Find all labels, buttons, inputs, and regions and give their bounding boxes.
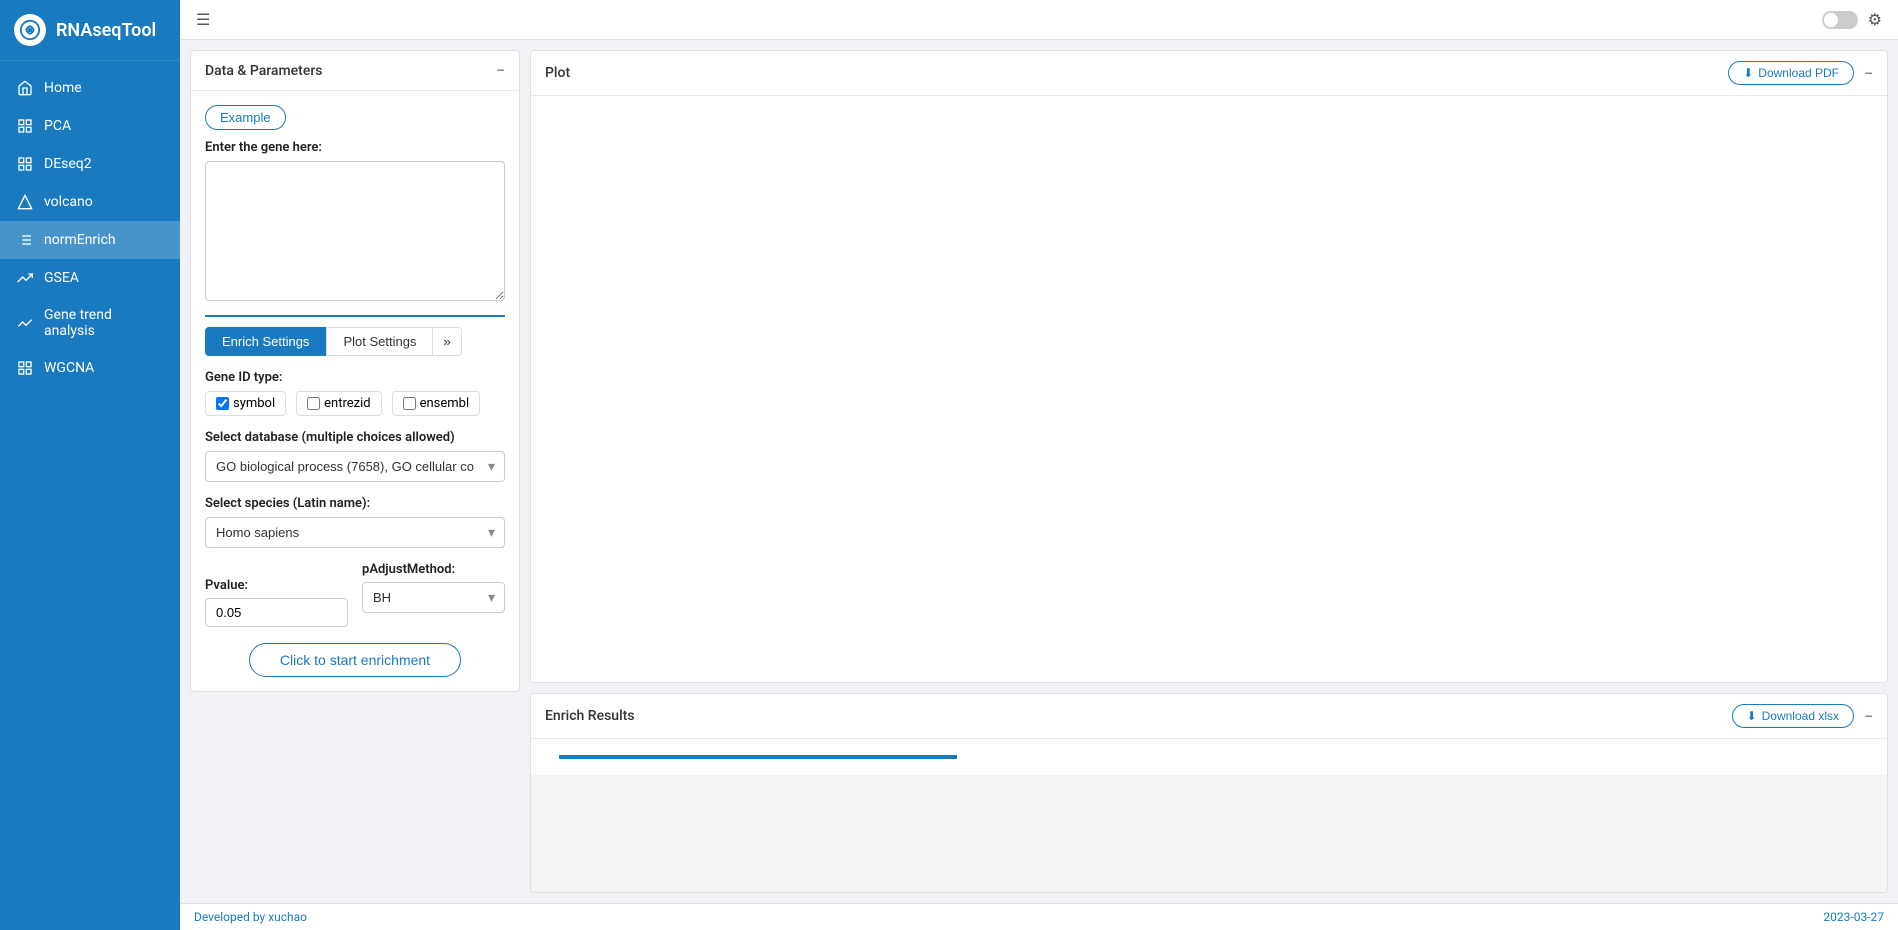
species-label: Select species (Latin name):	[205, 496, 505, 511]
download-pdf-icon: ⬇	[1743, 66, 1753, 80]
padjust-select-wrapper: BH BY bonferroni holm fdr	[362, 582, 505, 613]
example-button[interactable]: Example	[205, 105, 286, 130]
sidebar-label-gsea: GSEA	[44, 270, 79, 286]
footer-bar: Developed by xuchao 2023-03-27	[180, 903, 1898, 930]
start-enrichment-button[interactable]: Click to start enrichment	[249, 643, 461, 677]
app-logo	[14, 14, 46, 46]
wgcna-icon	[16, 359, 34, 377]
plot-settings-tab[interactable]: Plot Settings	[326, 327, 433, 356]
theme-toggle[interactable]	[1822, 11, 1858, 29]
left-panel: Data & Parameters − Example Enter the ge…	[190, 50, 520, 893]
pvalue-col: Pvalue:	[205, 578, 348, 627]
enrich-progress-bar	[559, 755, 957, 759]
sidebar-label-wgcna: WGCNA	[44, 360, 94, 376]
data-params-header: Data & Parameters −	[191, 51, 519, 91]
right-panel: Plot ⬇ Download PDF − Enrich Results	[530, 50, 1888, 893]
ensembl-checkbox[interactable]	[403, 397, 416, 410]
plot-card-header: Plot ⬇ Download PDF −	[531, 51, 1887, 96]
padjust-col: pAdjustMethod: BH BY bonferroni holm fdr	[362, 562, 505, 627]
divider	[205, 315, 505, 317]
sidebar-item-deseq2[interactable]: DEseq2	[0, 145, 180, 183]
plot-title: Plot	[545, 65, 570, 81]
download-pdf-button[interactable]: ⬇ Download PDF	[1728, 61, 1854, 85]
settings-icon[interactable]: ⚙	[1868, 10, 1882, 29]
volcano-icon	[16, 193, 34, 211]
collapse-icon[interactable]: −	[496, 61, 505, 80]
download-pdf-label: Download PDF	[1758, 66, 1839, 80]
database-label: Select database (multiple choices allowe…	[205, 430, 505, 445]
entrezid-checkbox-item[interactable]: entrezid	[296, 391, 381, 416]
home-icon	[16, 79, 34, 97]
species-select-wrapper: Homo sapiens Mus musculus Rattus norvegi…	[205, 517, 505, 548]
normenrich-icon	[16, 231, 34, 249]
sidebar-label-normenrich: normEnrich	[44, 232, 116, 248]
sidebar-item-gsea[interactable]: GSEA	[0, 259, 180, 297]
app-title: RNAseqTool	[56, 20, 156, 41]
enrich-progress-bar-container	[531, 739, 1887, 775]
footer-developer: Developed by xuchao	[194, 910, 307, 924]
sidebar-item-gene-trend[interactable]: Gene trend analysis	[0, 297, 180, 349]
gene-trend-icon	[16, 314, 34, 332]
download-xlsx-label: Download xlsx	[1762, 709, 1839, 723]
sidebar-label-volcano: volcano	[44, 194, 93, 210]
more-tabs-button[interactable]: »	[433, 327, 461, 356]
download-xlsx-button[interactable]: ⬇ Download xlsx	[1732, 704, 1854, 728]
sidebar-label-home: Home	[44, 80, 82, 96]
gsea-icon	[16, 269, 34, 287]
species-select[interactable]: Homo sapiens Mus musculus Rattus norvegi…	[205, 517, 505, 548]
symbol-label: symbol	[233, 396, 275, 411]
data-params-body: Example Enter the gene here: Enrich Sett…	[191, 91, 519, 691]
enrich-collapse-icon[interactable]: −	[1864, 707, 1873, 726]
pca-icon	[16, 117, 34, 135]
pvalue-label: Pvalue:	[205, 578, 348, 593]
database-select[interactable]: GO biological process (7658), GO cellula…	[205, 451, 505, 482]
padjust-select[interactable]: BH BY bonferroni holm fdr	[362, 582, 505, 613]
plot-area	[531, 96, 1887, 682]
sidebar-item-volcano[interactable]: volcano	[0, 183, 180, 221]
enrich-settings-tab[interactable]: Enrich Settings	[205, 327, 326, 356]
sidebar-header: RNAseqTool	[0, 0, 180, 61]
ensembl-checkbox-item[interactable]: ensembl	[392, 391, 481, 416]
content-area: Data & Parameters − Example Enter the ge…	[180, 40, 1898, 903]
sidebar-label-pca: PCA	[44, 118, 71, 134]
enrich-results-title: Enrich Results	[545, 708, 635, 724]
padjust-label: pAdjustMethod:	[362, 562, 505, 577]
pvalue-input[interactable]	[205, 598, 348, 627]
plot-card: Plot ⬇ Download PDF −	[530, 50, 1888, 683]
entrezid-label: entrezid	[324, 396, 370, 411]
gene-id-group: symbol entrezid ensembl	[205, 391, 505, 416]
gene-id-label: Gene ID type:	[205, 370, 505, 385]
topbar: ☰ ⚙	[180, 0, 1898, 40]
sidebar-item-pca[interactable]: PCA	[0, 107, 180, 145]
plot-collapse-icon[interactable]: −	[1864, 64, 1873, 83]
data-params-title: Data & Parameters	[205, 63, 323, 79]
main-area: ☰ ⚙ Data & Parameters − Example Enter th…	[180, 0, 1898, 930]
gene-textarea[interactable]	[205, 161, 505, 301]
footer-date: 2023-03-27	[1823, 910, 1884, 924]
settings-tabs: Enrich Settings Plot Settings »	[205, 327, 505, 356]
symbol-checkbox-item[interactable]: symbol	[205, 391, 286, 416]
sidebar-item-normenrich[interactable]: normEnrich	[0, 221, 180, 259]
database-select-wrapper: GO biological process (7658), GO cellula…	[205, 451, 505, 482]
deseq2-icon	[16, 155, 34, 173]
symbol-checkbox[interactable]	[216, 397, 229, 410]
sidebar: RNAseqTool Home PCA	[0, 0, 180, 930]
ensembl-label: ensembl	[420, 396, 470, 411]
sidebar-nav: Home PCA DEseq2	[0, 61, 180, 930]
enrich-results-header: Enrich Results ⬇ Download xlsx −	[531, 694, 1887, 739]
topbar-right: ⚙	[1822, 10, 1882, 29]
enrich-results-card: Enrich Results ⬇ Download xlsx −	[530, 693, 1888, 893]
sidebar-label-deseq2: DEseq2	[44, 156, 92, 172]
gene-field-label: Enter the gene here:	[205, 140, 505, 155]
sidebar-item-wgcna[interactable]: WGCNA	[0, 349, 180, 387]
entrezid-checkbox[interactable]	[307, 397, 320, 410]
download-xlsx-icon: ⬇	[1747, 709, 1757, 723]
pvalue-padjust-row: Pvalue: pAdjustMethod: BH BY bonferroni …	[205, 562, 505, 627]
menu-toggle-icon[interactable]: ☰	[196, 10, 210, 29]
sidebar-label-gene-trend: Gene trend analysis	[44, 307, 164, 339]
enrich-results-body	[531, 775, 1887, 892]
data-params-card: Data & Parameters − Example Enter the ge…	[190, 50, 520, 692]
sidebar-item-home[interactable]: Home	[0, 69, 180, 107]
